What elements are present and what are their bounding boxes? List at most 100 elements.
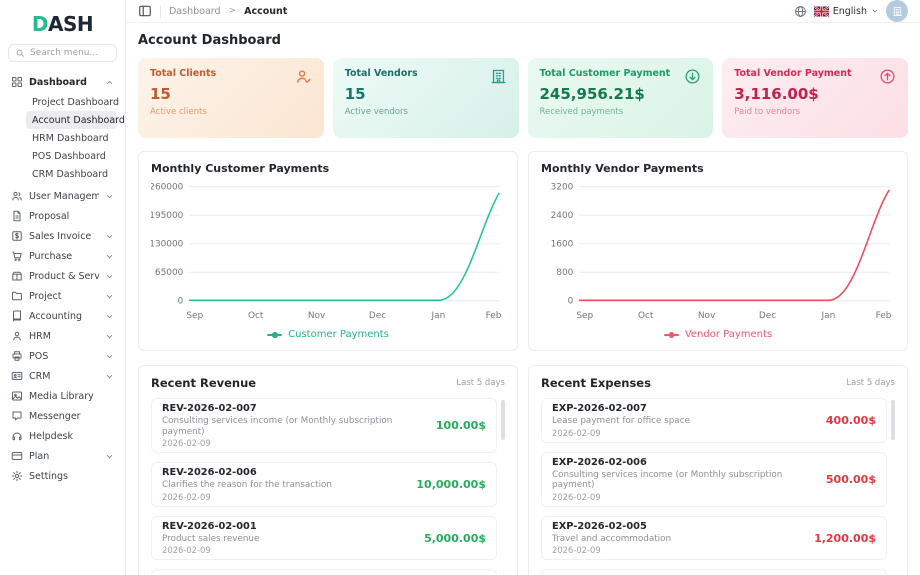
transaction-amount: 400.00$ [816,414,876,427]
person-icon [11,330,23,342]
stat-title: Total Vendors [345,68,507,79]
sidebar-toggle-icon[interactable] [138,4,152,18]
sidebar-item-media-library[interactable]: Media Library [8,386,117,406]
breadcrumb-separator: > [229,6,237,16]
stat-value: 15 [345,85,507,103]
sidebar-item-project-dashboard[interactable]: Project Dashboard [26,93,117,111]
sidebar-item-sales-invoice[interactable]: Sales Invoice [8,226,117,246]
list-item: EXP-2026-02-005 Travel and accommodation… [541,516,887,561]
scrollbar-thumb[interactable] [891,400,895,440]
scrollbar-thumb[interactable] [501,400,505,440]
stat-subtitle: Active vendors [345,107,507,117]
sidebar-item-label: Accounting [29,311,99,322]
stat-value: 245,956.21$ [540,85,702,103]
legend-label: Vendor Payments [685,329,772,340]
sidebar-item-project[interactable]: Project [8,286,117,306]
sidebar-item-label: CRM [29,371,99,382]
page-title: Account Dashboard [138,33,908,48]
y-tick: 1600 [551,240,574,250]
chevron-down-icon [105,332,114,341]
transaction-id: REV-2026-02-006 [162,467,332,479]
y-tick: 260000 [151,182,184,192]
y-tick: 3200 [551,182,574,192]
sidebar-item-product-service[interactable]: Product & Service [8,266,117,286]
stat-card-total-clients: Total Clients 15 Active clients [138,58,324,138]
panel-title: Recent Revenue [151,376,256,390]
building-icon [490,68,507,85]
transaction-description: Consulting services income (or Monthly s… [552,470,816,491]
transaction-id: EXP-2026-02-007 [552,403,690,415]
vendor-payments-series-line [579,190,889,300]
x-tick: Nov [308,311,326,321]
transaction-date: 2026-02-09 [162,545,259,555]
transaction-date: 2026-02-09 [552,492,816,502]
y-tick: 65000 [155,268,184,278]
transaction-description: Travel and accommodation [552,534,671,545]
sidebar-item-helpdesk[interactable]: Helpdesk [8,426,117,446]
list-item: EXP-2026-02-001 Office rent payment 1,50… [541,569,887,575]
vendor-payments-line-chart: 3200 2400 1600 800 0 Sep Oct Nov Dec Jan… [541,179,895,327]
chevron-up-icon [105,78,114,87]
brand-logo[interactable]: DASH [8,8,117,44]
transaction-id: EXP-2026-02-005 [552,521,671,533]
sidebar-item-proposal[interactable]: Proposal [8,206,117,226]
transaction-date: 2026-02-09 [552,545,671,555]
brand-logo-rest: ASH [48,12,93,36]
transaction-info: EXP-2026-02-005 Travel and accommodation… [552,521,671,556]
sidebar-nav: Dashboard Project Dashboard Account Dash… [8,72,117,486]
legend-customer-payments[interactable]: Customer Payments [151,329,505,340]
arrow-up-circle-icon [879,68,896,85]
panel-header: Recent Revenue Last 5 days [151,376,505,390]
transaction-description: Clarifies the reason for the transaction [162,480,332,491]
sidebar: DASH Dashboard Project Dashboard Account… [0,0,126,575]
chevron-down-icon [105,192,114,201]
sidebar-item-dashboard[interactable]: Dashboard [8,72,117,92]
printer-icon [11,350,23,362]
stat-subtitle: Active clients [150,107,312,117]
panel-title: Recent Expenses [541,376,651,390]
stat-card-total-customer-payment: Total Customer Payment 245,956.21$ Recei… [528,58,714,138]
sidebar-item-pos[interactable]: POS [8,346,117,366]
credit-card-icon [11,450,23,462]
breadcrumb-dashboard[interactable]: Dashboard [169,6,221,17]
list-item: REV-2026-02-007 Consulting services inco… [151,398,497,453]
sidebar-item-accounting[interactable]: Accounting [8,306,117,326]
list-item: REV-2026-02-006 Clarifies the reason for… [151,462,497,507]
globe-icon[interactable] [794,5,807,18]
sidebar-item-label: Purchase [29,251,99,262]
transaction-description: Lease payment for office space [552,416,690,427]
avatar[interactable] [886,0,908,22]
sidebar-item-plan[interactable]: Plan [8,446,117,466]
sidebar-item-messenger[interactable]: Messenger [8,406,117,426]
sidebar-item-account-dashboard[interactable]: Account Dashboard [26,111,117,129]
sidebar-item-crm-dashboard[interactable]: CRM Dashboard [26,165,117,183]
sidebar-item-label: Helpdesk [29,431,114,442]
brand-logo-d: D [32,12,48,36]
sidebar-item-pos-dashboard[interactable]: POS Dashboard [26,147,117,165]
stat-card-total-vendor-payment: Total Vendor Payment 3,116.00$ Paid to v… [722,58,908,138]
transaction-description: Consulting services income (or Monthly s… [162,416,426,437]
search-input[interactable] [30,48,110,58]
sidebar-item-hrm[interactable]: HRM [8,326,117,346]
topbar: Dashboard > Account English [126,0,920,23]
y-tick: 130000 [151,240,184,250]
chevron-down-icon [105,292,114,301]
sidebar-item-hrm-dashboard[interactable]: HRM Dashboard [26,129,117,147]
legend-marker-icon [267,334,282,336]
sidebar-item-crm[interactable]: CRM [8,366,117,386]
sidebar-item-purchase[interactable]: Purchase [8,246,117,266]
x-tick: Dec [759,311,776,321]
stat-subtitle: Paid to vendors [734,107,896,117]
sidebar-item-user-management[interactable]: User Management [8,186,117,206]
transaction-amount: 10,000.00$ [406,478,486,491]
image-icon [11,390,23,402]
sidebar-item-settings[interactable]: Settings [8,466,117,486]
language-selector[interactable]: English [814,6,879,17]
user-check-icon [295,68,312,85]
chart-title: Monthly Vendor Payments [541,162,895,175]
transaction-amount: 1,200.00$ [804,532,876,545]
cart-icon [11,250,23,262]
chevron-down-icon [105,352,114,361]
legend-vendor-payments[interactable]: Vendor Payments [541,329,895,340]
sidebar-item-label: Project [29,291,99,302]
